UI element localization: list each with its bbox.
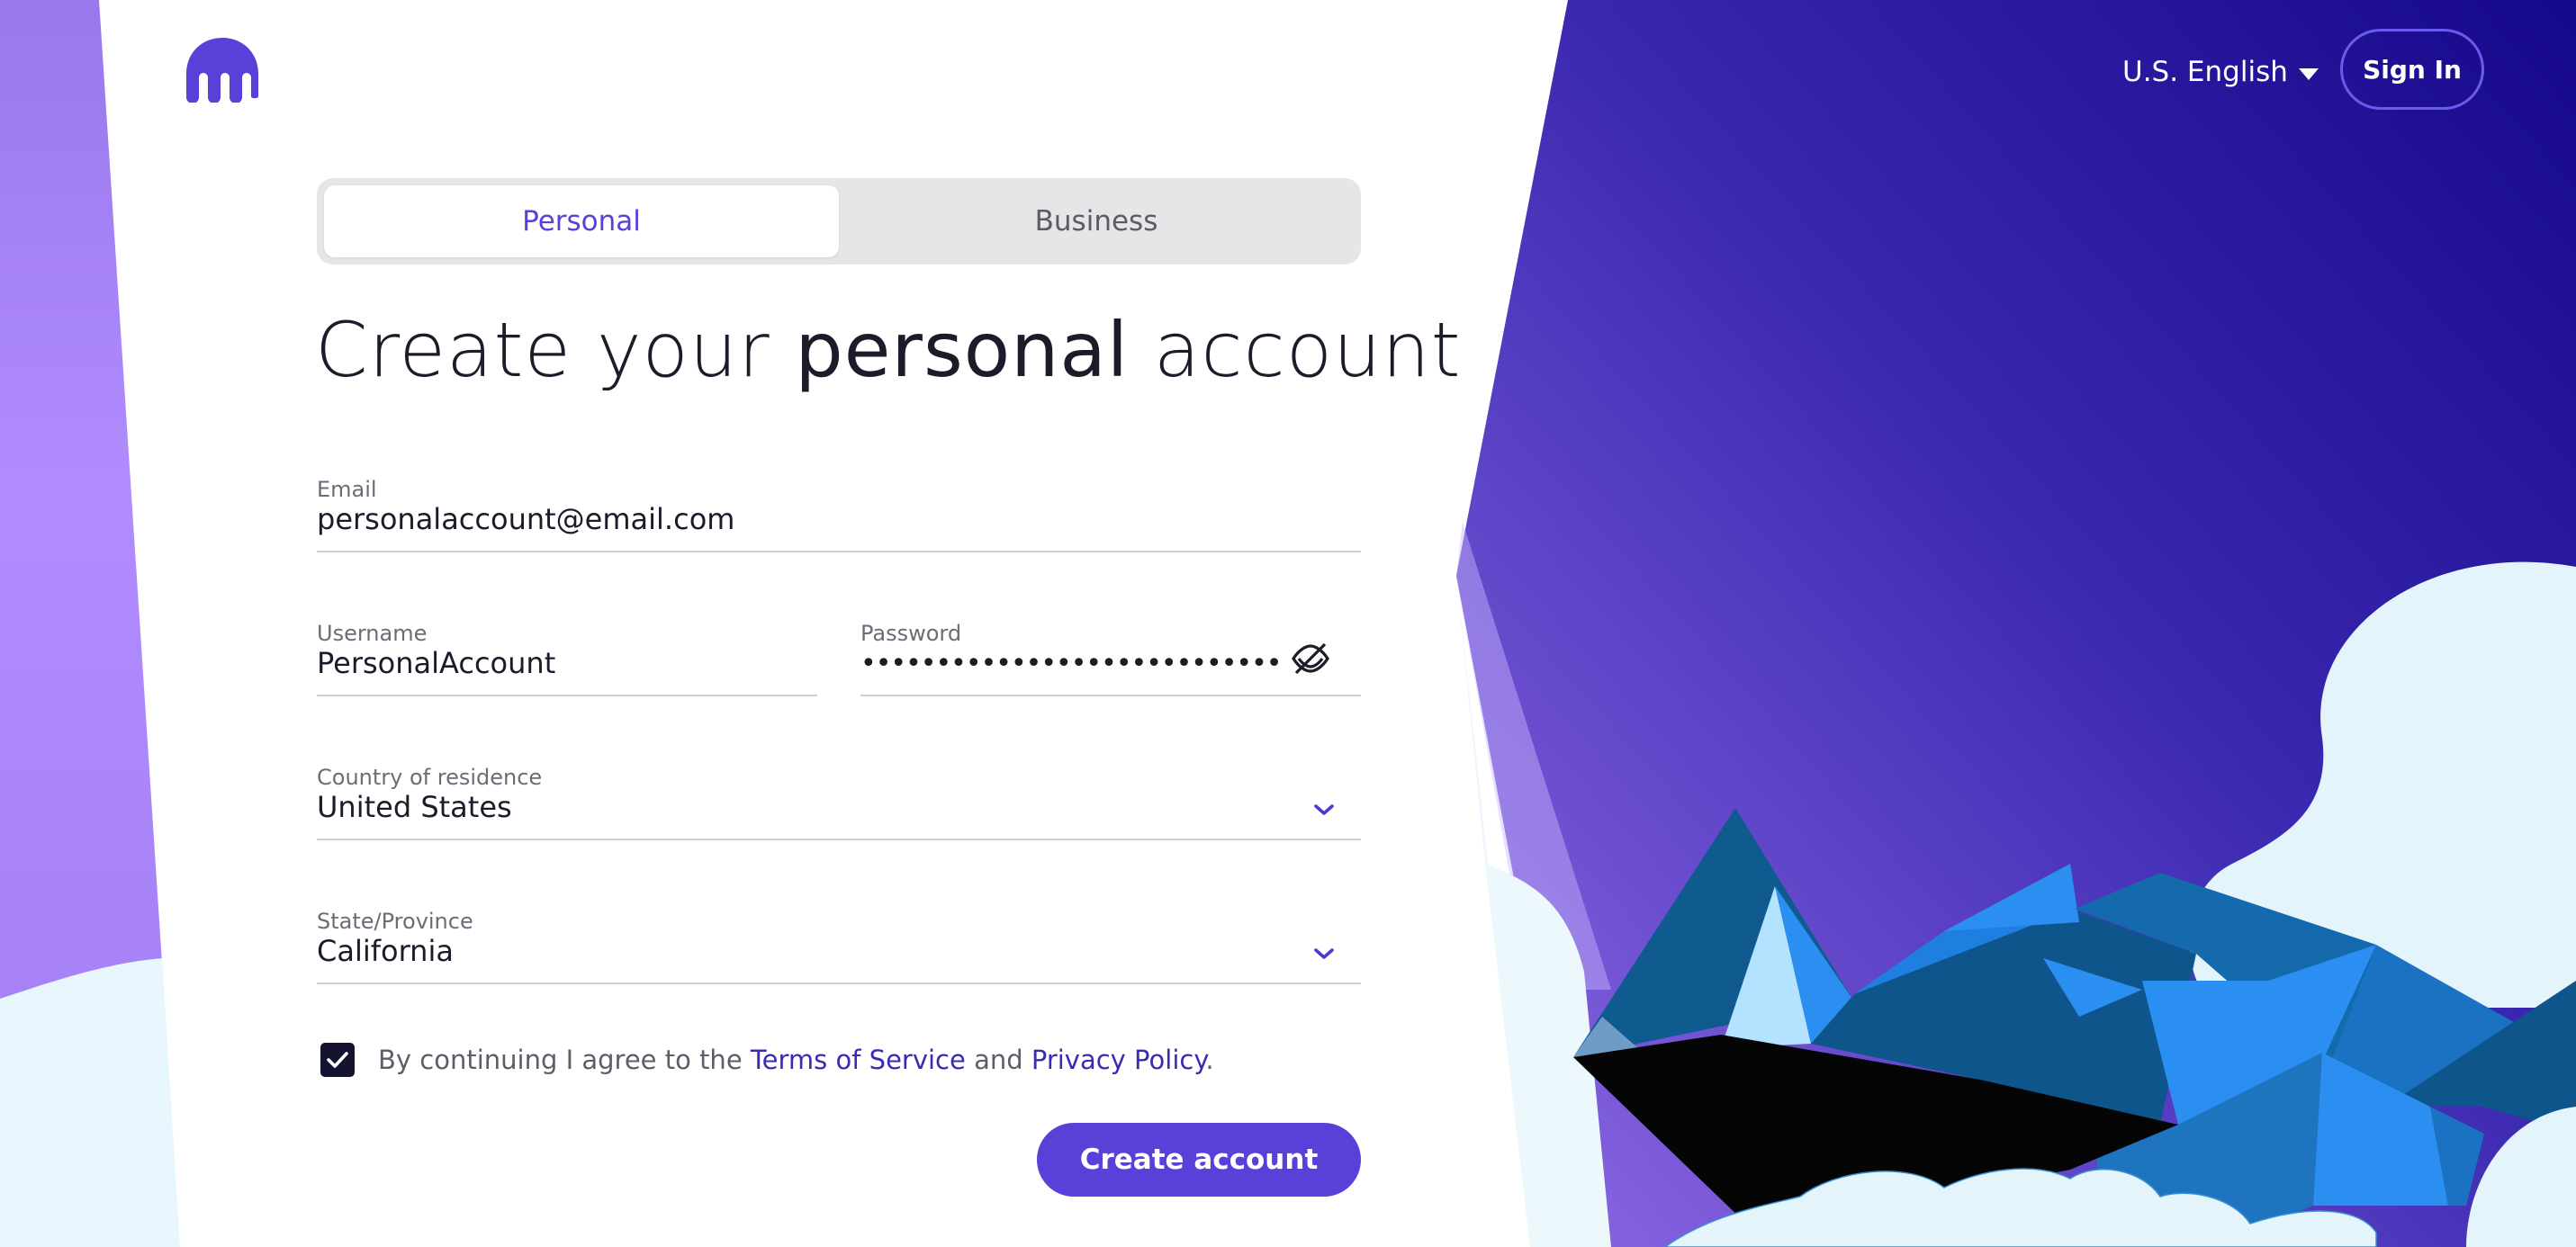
language-selector[interactable]: U.S. English — [2122, 52, 2319, 92]
username-label: Username — [317, 621, 428, 646]
password-label: Password — [860, 621, 962, 646]
eye-off-icon[interactable] — [1291, 641, 1330, 677]
email-value[interactable]: personalaccount@email.com — [317, 502, 734, 536]
state-label: State/Province — [317, 909, 473, 934]
caret-down-icon — [2298, 67, 2319, 80]
kraken-logo[interactable] — [184, 36, 261, 103]
page-title: Create your personal account — [315, 306, 1462, 394]
state-select[interactable]: State/Province California — [317, 909, 1361, 984]
country-select[interactable]: Country of residence United States — [317, 765, 1361, 840]
tab-personal[interactable]: Personal — [324, 185, 839, 257]
title-emphasis: personal — [795, 306, 1130, 394]
title-suffix: account — [1153, 306, 1462, 394]
create-account-button[interactable]: Create account — [1037, 1123, 1361, 1197]
title-prefix: Create your — [315, 306, 770, 394]
language-label: U.S. English — [2122, 56, 2288, 88]
agreement-period: . — [1205, 1045, 1214, 1075]
terms-of-service-link[interactable]: Terms of Service — [751, 1045, 966, 1075]
checkmark-icon — [327, 1052, 348, 1068]
chevron-down-icon — [1314, 804, 1334, 815]
username-value[interactable]: PersonalAccount — [317, 646, 555, 680]
account-type-tabs: Personal Business — [317, 178, 1361, 265]
email-label: Email — [317, 477, 377, 502]
agreement-text: By continuing I agree to the Terms of Se… — [378, 1045, 1214, 1075]
agreement-and: and — [974, 1045, 1023, 1075]
sign-in-button[interactable]: Sign In — [2340, 29, 2484, 110]
username-field[interactable]: Username PersonalAccount — [317, 621, 817, 696]
privacy-policy-link[interactable]: Privacy Policy — [1031, 1045, 1206, 1075]
country-label: Country of residence — [317, 765, 543, 790]
state-value: California — [317, 934, 454, 968]
chevron-down-icon — [1314, 948, 1334, 959]
terms-checkbox[interactable] — [320, 1043, 355, 1077]
email-field[interactable]: Email personalaccount@email.com — [317, 477, 1361, 552]
password-value[interactable]: •••••••••••••••••••••••••••• — [860, 648, 1282, 679]
terms-agreement: By continuing I agree to the Terms of Se… — [320, 1042, 1214, 1078]
tab-business[interactable]: Business — [839, 185, 1354, 257]
agreement-prefix: By continuing I agree to the — [378, 1045, 743, 1075]
country-value: United States — [317, 790, 512, 824]
password-field[interactable]: Password •••••••••••••••••••••••••••• — [860, 621, 1361, 696]
